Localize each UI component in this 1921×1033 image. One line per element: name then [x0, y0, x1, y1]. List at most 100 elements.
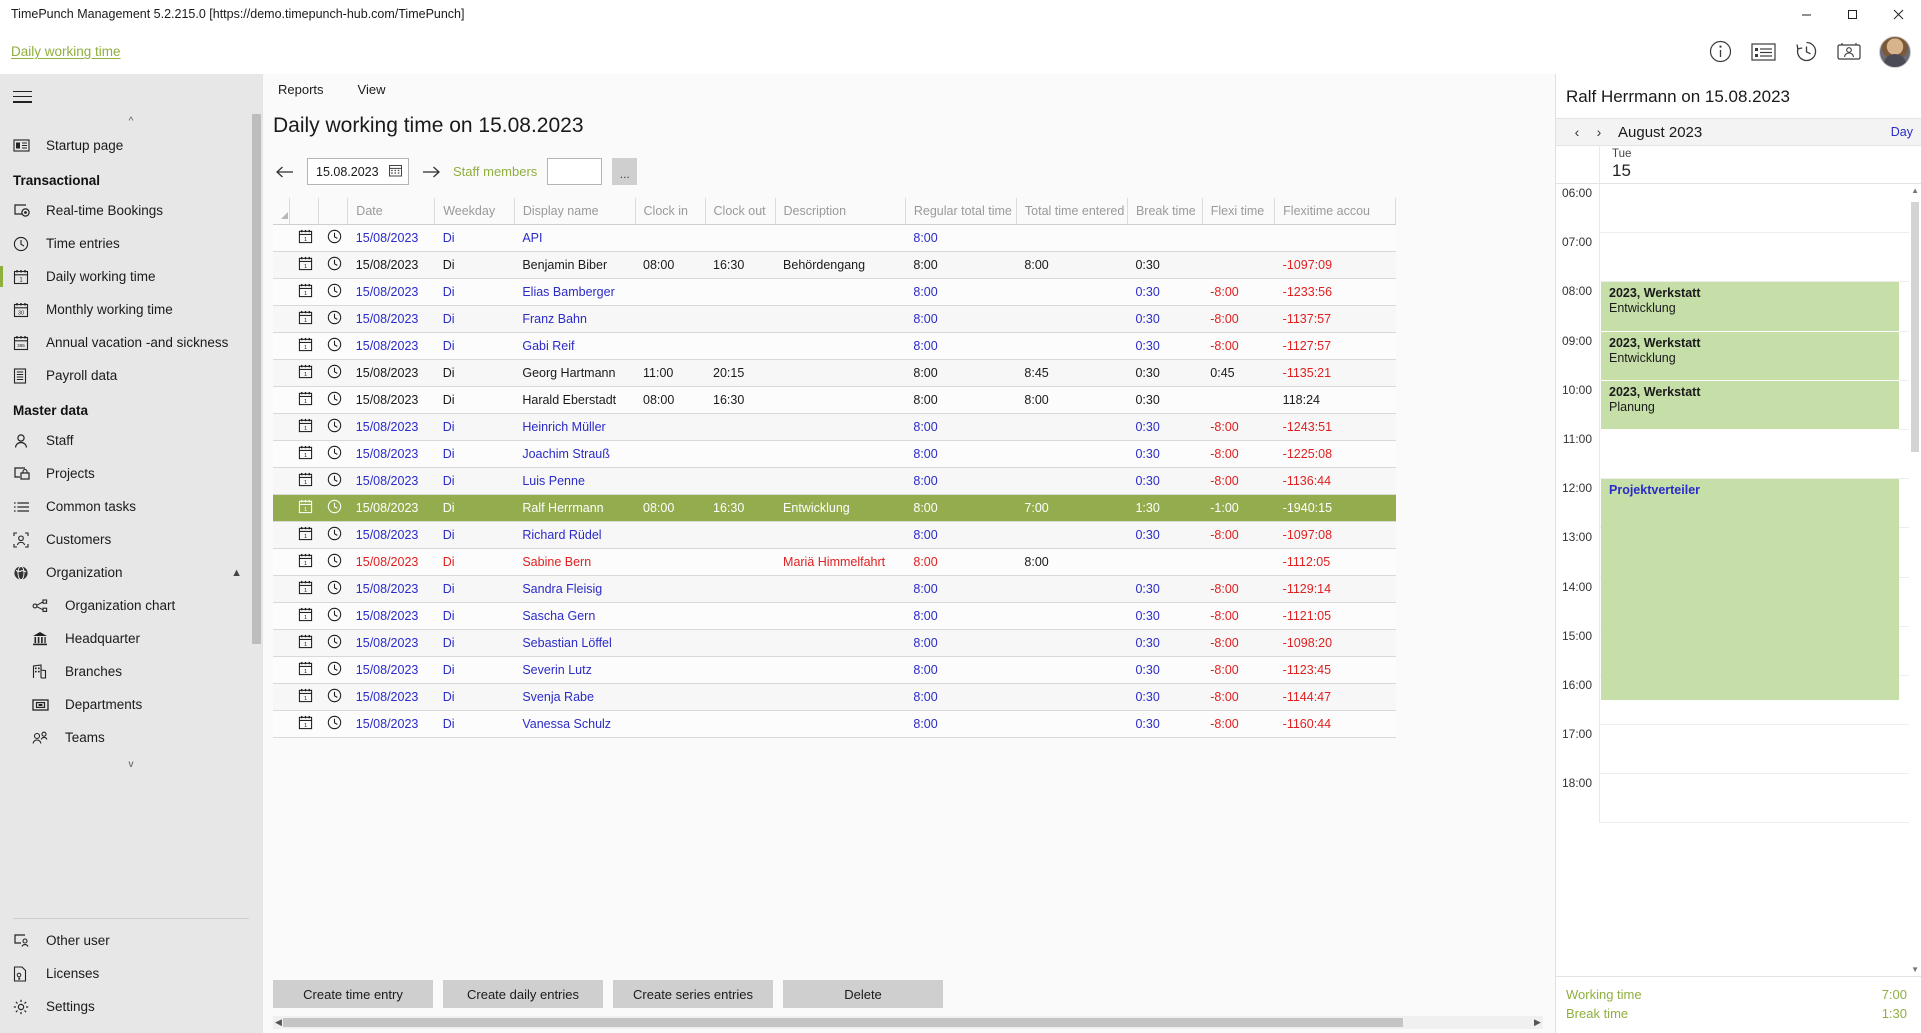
row-calendar-icon[interactable]: 1: [289, 359, 319, 387]
row-selector[interactable]: [273, 656, 290, 684]
sidebar-item-licenses[interactable]: Licenses: [0, 957, 262, 990]
row-clock-icon[interactable]: [318, 440, 348, 468]
create-time-entry-button[interactable]: Create time entry: [273, 980, 433, 1008]
row-selector[interactable]: [273, 359, 290, 387]
row-clock-icon[interactable]: [318, 656, 348, 684]
table-row[interactable]: 1 15/08/2023 Di Vanessa Schulz 8:00 0:30 -8:0…: [273, 710, 1396, 738]
calendar-hour-cell[interactable]: [1600, 430, 1921, 480]
table-row[interactable]: 1 15/08/2023 Di Elias Bamberger 8:00 0:30 -8:…: [273, 278, 1396, 306]
sidebar-item-common-tasks[interactable]: Common tasks: [0, 490, 262, 523]
minimize-icon[interactable]: [1783, 0, 1829, 29]
row-clock-icon[interactable]: [318, 548, 348, 576]
sidebar-item-staff[interactable]: Staff: [0, 424, 262, 457]
row-calendar-icon[interactable]: 1: [289, 251, 319, 279]
column-header-sort[interactable]: [273, 198, 291, 225]
row-selector[interactable]: [273, 602, 290, 630]
calendar-hour-row[interactable]: 07:00: [1556, 233, 1921, 283]
menu-item-reports[interactable]: Reports: [273, 79, 329, 100]
calendar-hour-cell[interactable]: [1600, 774, 1921, 824]
row-clock-icon[interactable]: [318, 386, 348, 414]
calendar-event[interactable]: 2023, Werkstatt Entwicklung: [1601, 282, 1899, 332]
sidebar-item-time-entries[interactable]: Time entries: [0, 227, 262, 260]
row-calendar-icon[interactable]: 1: [289, 683, 319, 711]
table-row[interactable]: 1 15/08/2023 Di Sabine Bern Mariä Himmelfah…: [273, 548, 1396, 576]
row-calendar-icon[interactable]: 1: [289, 710, 319, 738]
row-selector[interactable]: [273, 440, 290, 468]
calendar-scrollbar-thumb[interactable]: [1911, 202, 1919, 452]
row-calendar-icon[interactable]: 1: [289, 305, 319, 333]
table-row[interactable]: 1 15/08/2023 Di Luis Penne 8:00 0:30 -8:00 -11…: [273, 467, 1396, 495]
sidebar-item-daily-working-time[interactable]: 1 Daily working time: [0, 260, 262, 293]
calendar-event[interactable]: 2023, Werkstatt Planung: [1601, 380, 1899, 430]
kiosk-icon[interactable]: [1836, 39, 1862, 65]
calendar-hour-row[interactable]: 06:00: [1556, 184, 1921, 234]
sidebar-item-organization-chart[interactable]: Organization chart: [0, 589, 262, 622]
row-selector[interactable]: [273, 278, 290, 306]
close-icon[interactable]: [1875, 0, 1921, 29]
row-clock-icon[interactable]: [318, 278, 348, 306]
row-calendar-icon[interactable]: 1: [289, 413, 319, 441]
row-selector[interactable]: [273, 575, 290, 603]
table-horizontal-scrollbar[interactable]: ◀ ▶: [273, 1016, 1543, 1029]
delete-button[interactable]: Delete: [783, 980, 943, 1008]
column-header-display-name[interactable]: Display name: [514, 198, 636, 225]
sidebar-item-customers[interactable]: Customers: [0, 523, 262, 556]
table-row[interactable]: 1 15/08/2023 Di Joachim Strauß 8:00 0:30 -8:0…: [273, 440, 1396, 468]
sidebar-item-settings[interactable]: Settings: [0, 990, 262, 1023]
calendar-hour-row[interactable]: 18:00: [1556, 774, 1921, 824]
sidebar-scroll-up-icon[interactable]: ^: [0, 115, 262, 129]
row-calendar-icon[interactable]: 1: [289, 521, 319, 549]
calendar-hour-row[interactable]: 17:00: [1556, 725, 1921, 775]
row-clock-icon[interactable]: [318, 710, 348, 738]
row-selector[interactable]: [273, 251, 290, 279]
column-header-break-time[interactable]: Break time: [1127, 198, 1203, 225]
table-row[interactable]: 1 15/08/2023 Di Sandra Fleisig 8:00 0:30 -8:0…: [273, 575, 1396, 603]
row-selector[interactable]: [273, 386, 290, 414]
table-row[interactable]: 1 15/08/2023 Di Franz Bahn 8:00 0:30 -8:00 -11…: [273, 305, 1396, 333]
calendar-icon[interactable]: [389, 164, 402, 180]
calendar-view-day-link[interactable]: Day: [1891, 125, 1913, 139]
column-header-date[interactable]: Date: [347, 198, 436, 225]
table-row[interactable]: 1 15/08/2023 Di Georg Hartmann 11:00 20:15 8:…: [273, 359, 1396, 387]
table-row[interactable]: 1 15/08/2023 Di Harald Eberstadt 08:00 16:30…: [273, 386, 1396, 414]
info-icon[interactable]: [1707, 39, 1733, 65]
table-row[interactable]: 1 15/08/2023 Di Ralf Herrmann 08:00 16:30 Ent…: [273, 494, 1396, 522]
history-icon[interactable]: [1793, 39, 1819, 65]
sidebar-item-branches[interactable]: Branches: [0, 655, 262, 688]
row-calendar-icon[interactable]: 1: [289, 602, 319, 630]
sidebar-scrollbar-thumb[interactable]: [252, 114, 261, 644]
row-clock-icon[interactable]: [318, 224, 348, 252]
sidebar-item-headquarter[interactable]: Headquarter: [0, 622, 262, 655]
row-clock-icon[interactable]: [318, 467, 348, 495]
row-calendar-icon[interactable]: 1: [289, 440, 319, 468]
row-selector[interactable]: [273, 224, 290, 252]
row-calendar-icon[interactable]: 1: [289, 656, 319, 684]
chevron-right-icon[interactable]: ›: [1588, 124, 1610, 140]
row-clock-icon[interactable]: [318, 521, 348, 549]
row-selector[interactable]: [273, 305, 290, 333]
create-daily-entries-button[interactable]: Create daily entries: [443, 980, 603, 1008]
row-clock-icon[interactable]: [318, 413, 348, 441]
date-input[interactable]: 15.08.2023: [307, 158, 409, 185]
hamburger-icon[interactable]: [0, 74, 44, 115]
sidebar-item-projects[interactable]: Projects: [0, 457, 262, 490]
row-selector[interactable]: [273, 332, 290, 360]
sidebar-scroll-down-icon[interactable]: v: [0, 758, 262, 772]
column-header-flexitime-account[interactable]: Flexitime accou: [1274, 198, 1396, 225]
sidebar-item-other-user[interactable]: Other user: [0, 924, 262, 957]
staff-picker-button[interactable]: ...: [612, 158, 638, 185]
row-selector[interactable]: [273, 494, 290, 522]
column-header-total-time-entered[interactable]: Total time entered: [1016, 198, 1128, 225]
row-calendar-icon[interactable]: 1: [289, 494, 319, 522]
sidebar-item-real-time-bookings[interactable]: Real-time Bookings: [0, 194, 262, 227]
sidebar-item-departments[interactable]: Departments: [0, 688, 262, 721]
calendar-selected-day[interactable]: Tue 15: [1600, 146, 1631, 183]
table-row[interactable]: 1 15/08/2023 Di Benjamin Biber 08:00 16:30 Be…: [273, 251, 1396, 279]
table-row[interactable]: 1 15/08/2023 Di Gabi Reif 8:00 0:30 -8:00 -112…: [273, 332, 1396, 360]
menu-item-view[interactable]: View: [353, 79, 391, 100]
create-series-entries-button[interactable]: Create series entries: [613, 980, 773, 1008]
table-row[interactable]: 1 15/08/2023 Di Sascha Gern 8:00 0:30 -8:00 -1…: [273, 602, 1396, 630]
row-clock-icon[interactable]: [318, 629, 348, 657]
row-clock-icon[interactable]: [318, 602, 348, 630]
row-clock-icon[interactable]: [318, 683, 348, 711]
